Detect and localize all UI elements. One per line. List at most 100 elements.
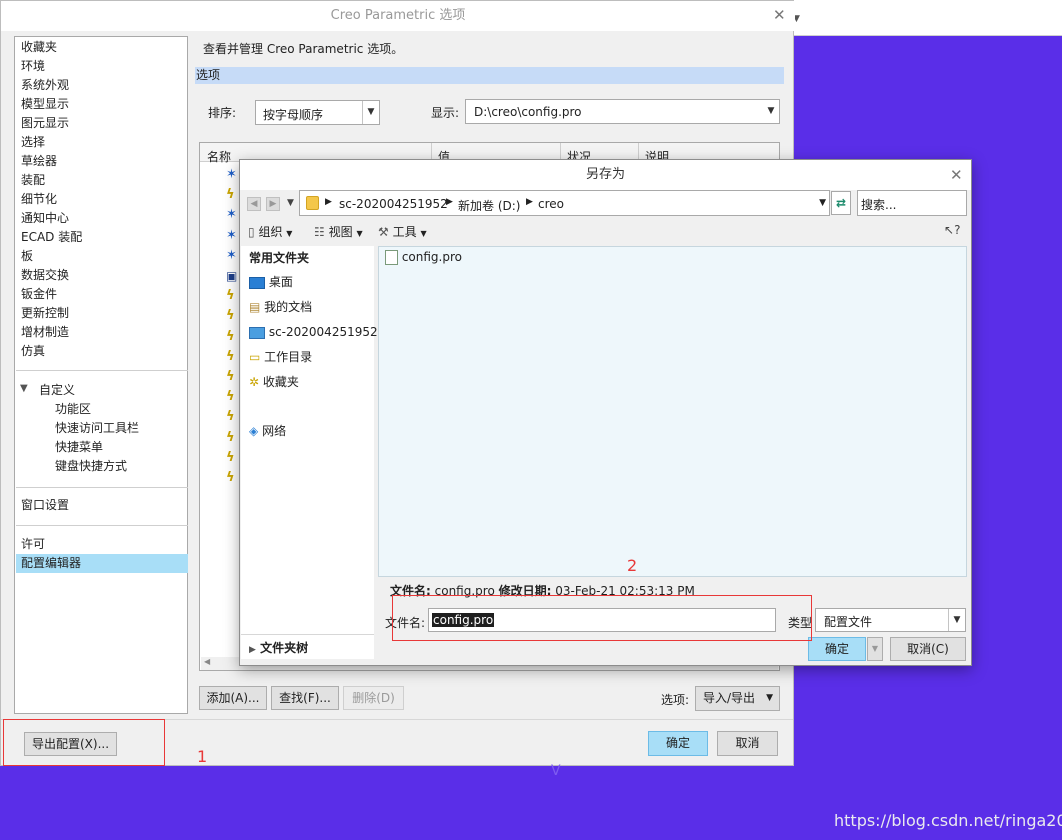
desktop-icon	[249, 276, 265, 289]
help-cursor-icon[interactable]: ↖?	[944, 223, 960, 237]
file-name: config.pro	[401, 250, 462, 264]
nav-divider	[16, 370, 188, 371]
working-directory-icon: ▭	[249, 350, 261, 364]
annotation-box-1	[3, 719, 165, 766]
options-label: 选项:	[661, 693, 690, 707]
computer-icon	[249, 326, 265, 339]
nav-item-notification-center[interactable]: 通知中心	[21, 209, 69, 228]
views-icon: ☷	[314, 225, 325, 239]
save-cancel-button[interactable]: 取消(C)	[890, 637, 966, 661]
collapse-triangle-icon[interactable]: ▼	[20, 383, 28, 394]
close-icon[interactable]: ✕	[950, 168, 963, 183]
back-arrow-icon[interactable]: ◀	[247, 197, 261, 211]
nav-item-sketcher[interactable]: 草绘器	[21, 152, 57, 171]
nav-item-favorites[interactable]: 收藏夹	[21, 38, 57, 57]
save-as-title: 另存为	[240, 160, 971, 190]
nav-item-customize[interactable]: 自定义	[39, 381, 75, 400]
nav-item-additive-manufacturing[interactable]: 增材制造	[21, 323, 69, 342]
option-lightning-icon: ϟ	[226, 369, 235, 385]
nav-item-entity-display[interactable]: 图元显示	[21, 114, 69, 133]
nav-item-simulation[interactable]: 仿真	[21, 342, 45, 361]
chevron-down-icon: ▼	[948, 609, 965, 631]
show-select[interactable]: D:\creo\config.pro ▼	[465, 99, 780, 124]
place-working-directory[interactable]: ▭ 工作目录	[249, 346, 312, 368]
nav-item-ribbon[interactable]: 功能区	[55, 400, 91, 419]
organize-menu[interactable]: ▯ 组织 ▼	[248, 223, 292, 241]
save-as-dialog: 另存为 ✕ ◀ ▶ ▼ ▶ sc-202004251952 ▶ 新加卷 (D:)…	[239, 159, 972, 666]
nav-item-board[interactable]: 板	[21, 247, 33, 266]
nav-item-ecad-assembly[interactable]: ECAD 装配	[21, 228, 82, 247]
forward-arrow-icon[interactable]: ▶	[266, 197, 280, 211]
option-star-icon: ✶	[226, 207, 237, 223]
nav-item-data-exchange[interactable]: 数据交换	[21, 266, 69, 285]
nav-item-system-appearance[interactable]: 系统外观	[21, 76, 69, 95]
nav-item-model-display[interactable]: 模型显示	[21, 95, 69, 114]
breadcrumb-drive[interactable]: 新加卷 (D:)	[458, 197, 520, 214]
close-icon[interactable]: ✕	[773, 8, 786, 23]
nav-item-detailing[interactable]: 细节化	[21, 190, 57, 209]
views-menu[interactable]: ☷ 视图 ▼	[314, 223, 363, 241]
folder-tree-label: 文件夹树	[260, 641, 309, 655]
cancel-button[interactable]: 取消	[717, 731, 778, 756]
chevron-down-icon: ▼	[286, 229, 293, 238]
option-lightning-icon: ϟ	[226, 308, 235, 324]
nav-item-quick-access-toolbar[interactable]: 快速访问工具栏	[55, 419, 139, 438]
nav-item-shortcut-menu[interactable]: 快捷菜单	[55, 438, 103, 457]
nav-item-keyboard-shortcuts[interactable]: 键盘快捷方式	[55, 457, 127, 476]
breadcrumb-computer[interactable]: sc-202004251952	[339, 197, 448, 211]
breadcrumb-separator-icon: ▶	[526, 197, 533, 207]
option-star-icon: ✶	[226, 227, 237, 243]
address-bar[interactable]: ▶ sc-202004251952 ▶ 新加卷 (D:) ▶ creo ▼	[299, 190, 830, 216]
chevron-down-icon: ▼	[767, 106, 775, 116]
views-label: 视图	[328, 225, 353, 239]
search-input[interactable]: 搜索...	[857, 190, 967, 216]
nav-item-selection[interactable]: 选择	[21, 133, 45, 152]
type-select[interactable]: 配置文件 ▼	[815, 608, 966, 632]
refresh-icon[interactable]: ⇄	[831, 191, 851, 215]
folder-tree-toggle[interactable]: ▶ 文件夹树	[249, 637, 308, 659]
folder-icon	[306, 196, 319, 210]
option-lightning-icon: ϟ	[226, 328, 235, 344]
nav-item-sheetmetal[interactable]: 钣金件	[21, 285, 57, 304]
file-list[interactable]: config.pro	[378, 246, 967, 577]
nav-item-window-settings[interactable]: 窗口设置	[21, 496, 69, 515]
ok-dropdown-icon[interactable]: ▼	[867, 637, 883, 661]
places-sidebar: 常用文件夹 桌面 ▤ 我的文档 sc-202004251952 ▭ 工作目录 ✲…	[241, 246, 378, 659]
nav-item-assembly[interactable]: 装配	[21, 171, 45, 190]
nav-item-environment[interactable]: 环境	[21, 57, 45, 76]
place-favorites[interactable]: ✲ 收藏夹	[249, 371, 299, 393]
place-desktop[interactable]: 桌面	[249, 271, 293, 293]
nav-item-license[interactable]: 许可	[21, 535, 45, 554]
search-placeholder: 搜索...	[861, 198, 897, 212]
option-lightning-icon: ϟ	[226, 470, 235, 486]
annotation-box-2	[392, 595, 812, 641]
breadcrumb-folder[interactable]: creo	[538, 197, 564, 211]
nav-item-update-control[interactable]: 更新控制	[21, 304, 69, 323]
save-ok-button[interactable]: 确定	[808, 637, 866, 661]
history-dropdown-icon[interactable]: ▼	[287, 198, 294, 208]
ok-button[interactable]: 确定	[648, 731, 708, 756]
address-dropdown-icon[interactable]: ▼	[819, 198, 826, 208]
option-lightning-icon: ϟ	[226, 187, 235, 203]
place-my-documents-label: 我的文档	[264, 300, 313, 314]
nav-item-config-editor[interactable]: 配置编辑器	[21, 554, 81, 573]
place-my-documents[interactable]: ▤ 我的文档	[249, 296, 312, 318]
find-button[interactable]: 查找(F)...	[271, 686, 339, 710]
import-export-button[interactable]: 导入/导出 ▼	[695, 686, 780, 711]
watermark: https://blog.csdn.net/ringa2015	[834, 811, 1062, 830]
file-item[interactable]: config.pro	[385, 250, 462, 268]
sidebar-divider	[241, 634, 374, 635]
option-box-icon: ▣	[226, 269, 238, 284]
delete-button[interactable]: 删除(D)	[343, 686, 404, 710]
place-desktop-label: 桌面	[268, 275, 293, 289]
place-network[interactable]: ◈ 网络	[249, 420, 286, 442]
scroll-left-icon[interactable]: ◀	[204, 657, 210, 666]
column-header-name[interactable]: 名称	[207, 148, 231, 165]
sort-select[interactable]: 按字母顺序 ▼	[255, 100, 380, 125]
tools-menu[interactable]: ⚒ 工具 ▼	[378, 223, 427, 241]
nav-divider	[16, 525, 188, 526]
add-button[interactable]: 添加(A)...	[199, 686, 267, 710]
tools-icon: ⚒	[378, 225, 389, 239]
place-computer[interactable]: sc-202004251952	[249, 321, 378, 343]
background-toolbar-strip: ▼	[793, 0, 1062, 36]
